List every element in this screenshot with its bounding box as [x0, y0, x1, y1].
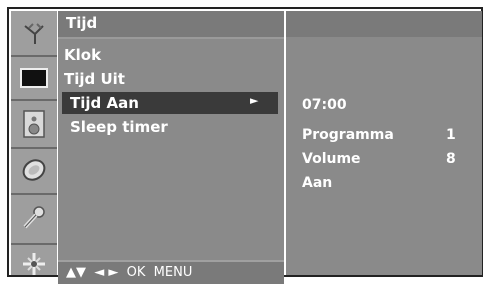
on-time-value: 07:00 [302, 97, 347, 113]
volume-label: Volume [302, 151, 361, 167]
settings-icon[interactable] [15, 247, 53, 281]
separator [11, 99, 57, 101]
info-panel: 07:00 Programma 1 Volume 8 Aan [286, 11, 482, 275]
menu-item-klok[interactable]: Klok [64, 45, 101, 65]
menu-item-sleep-timer[interactable]: Sleep timer [70, 117, 168, 137]
time-menu-panel: Tijd Klok Tijd Uit Tijd Aan ► Sleep time… [58, 11, 284, 284]
picture-icon[interactable] [15, 61, 53, 95]
separator [11, 147, 57, 149]
menu-title: Tijd [66, 14, 98, 32]
menu-item-tijd-uit[interactable]: Tijd Uit [64, 69, 125, 89]
programma-value: 1 [446, 127, 456, 143]
option-icon[interactable] [15, 201, 53, 235]
state-value: Aan [302, 175, 333, 191]
separator [11, 243, 57, 245]
separator [11, 193, 57, 195]
antenna-icon[interactable] [15, 17, 53, 51]
volume-value: 8 [446, 151, 456, 167]
menu-item-tijd-aan[interactable]: Tijd Aan [70, 93, 139, 113]
navigation-hint: ▲▼ ◄ ► OK MENU [66, 265, 193, 280]
info-title-strip [286, 11, 482, 37]
menu-title-bar: Tijd [58, 11, 284, 39]
navigation-hint-bar: ▲▼ ◄ ► OK MENU [58, 260, 284, 284]
time-icon[interactable] [15, 153, 53, 187]
audio-icon[interactable] [15, 107, 53, 141]
submenu-arrow-icon: ► [250, 94, 259, 107]
category-icon-column [11, 11, 57, 275]
programma-label: Programma [302, 127, 394, 143]
separator [11, 55, 57, 57]
